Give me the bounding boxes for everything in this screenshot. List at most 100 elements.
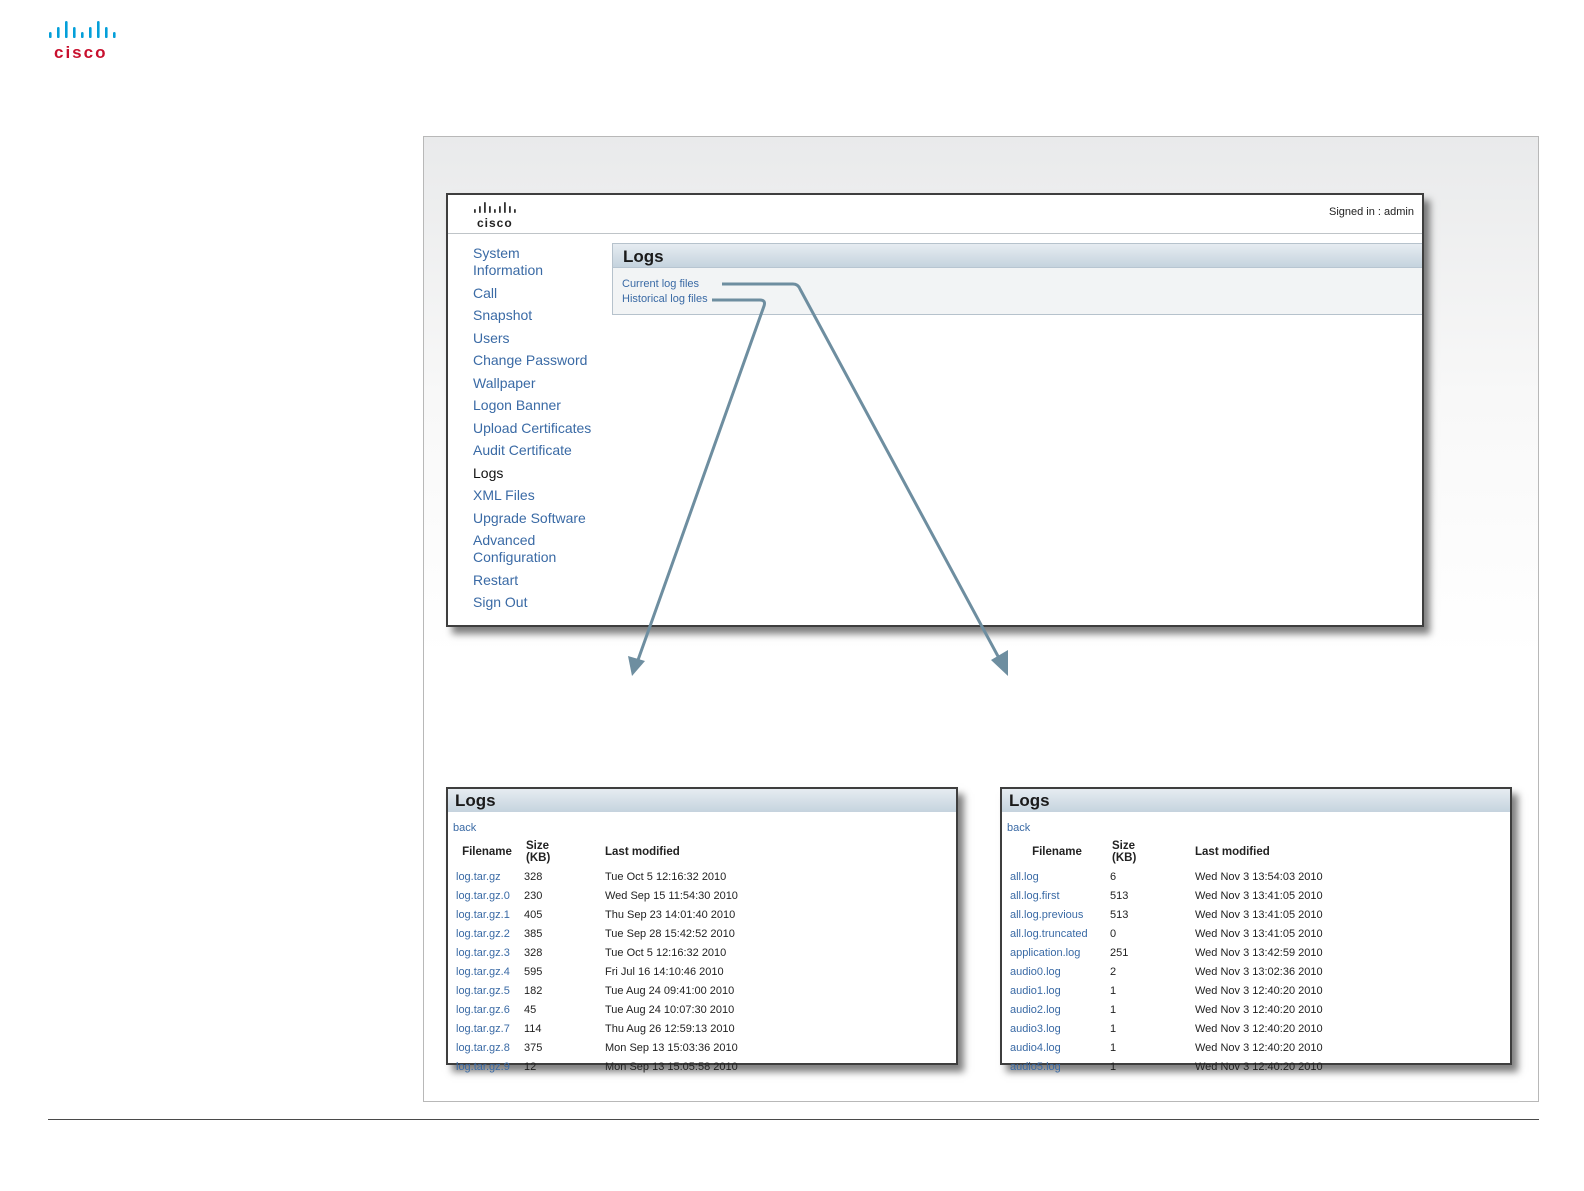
file-link[interactable]: log.tar.gz.9 [453, 1057, 521, 1076]
historical-log-files-link[interactable]: Historical log files [622, 292, 1422, 307]
file-size: 1 [1110, 984, 1117, 997]
file-link[interactable]: all.log.previous [1007, 905, 1107, 924]
nav-item-upload-certificates[interactable]: Upload Certificates [473, 420, 613, 437]
file-size: 182 [524, 984, 543, 997]
table-row: log.tar.gz.9 12 Mon Sep 13 15:05:58 2010 [453, 1057, 830, 1076]
file-modified: Wed Nov 3 13:41:05 2010 [1195, 889, 1323, 902]
file-size: 1 [1110, 1003, 1117, 1016]
file-size: 385 [524, 927, 543, 940]
table-row: audio1.log 1 Wed Nov 3 12:40:20 2010 [1007, 981, 1420, 1000]
file-modified: Wed Nov 3 13:41:05 2010 [1195, 927, 1323, 940]
nav-item-snapshot[interactable]: Snapshot [473, 307, 613, 324]
table-row: log.tar.gz.0 230 Wed Sep 15 11:54:30 2010 [453, 886, 830, 905]
nav-item-upgrade-software[interactable]: Upgrade Software [473, 510, 613, 527]
nav-item-logs[interactable]: Logs [473, 465, 613, 482]
file-link[interactable]: log.tar.gz.4 [453, 962, 521, 981]
file-size: 12 [524, 1060, 537, 1073]
panel-title: Logs [613, 244, 1422, 268]
table-row: log.tar.gz 328 Tue Oct 5 12:16:32 2010 [453, 867, 830, 886]
nav-item-advanced-configuration[interactable]: Advanced Configuration [473, 532, 563, 566]
file-size: 45 [524, 1003, 537, 1016]
nav-item-xml-files[interactable]: XML Files [473, 487, 613, 504]
file-size: 328 [524, 870, 543, 883]
svg-text:cisco: cisco [54, 43, 107, 62]
file-modified: Tue Aug 24 09:41:00 2010 [605, 984, 735, 997]
file-modified: Wed Nov 3 12:40:20 2010 [1195, 1060, 1323, 1073]
column-header-size: Size (KB) [1112, 840, 1137, 864]
file-link[interactable]: all.log.truncated [1007, 924, 1107, 943]
file-modified: Tue Aug 24 10:07:30 2010 [605, 1003, 735, 1016]
table-row: log.tar.gz.6 45 Tue Aug 24 10:07:30 2010 [453, 1000, 830, 1019]
table-row: all.log.previous 513 Wed Nov 3 13:41:05 20… [1007, 905, 1420, 924]
file-size: 2 [1110, 965, 1117, 978]
file-link[interactable]: log.tar.gz.8 [453, 1038, 521, 1057]
column-header-last-modified: Last modified [1195, 846, 1270, 858]
back-link[interactable]: back [1007, 822, 1510, 835]
table-row: audio3.log 1 Wed Nov 3 12:40:20 2010 [1007, 1019, 1420, 1038]
file-link[interactable]: audio2.log [1007, 1000, 1107, 1019]
file-link[interactable]: log.tar.gz.7 [453, 1019, 521, 1038]
svg-text:cisco: cisco [477, 216, 513, 229]
nav-item-call[interactable]: Call [473, 285, 613, 302]
nav-item-logon-banner[interactable]: Logon Banner [473, 397, 613, 414]
file-link[interactable]: log.tar.gz.1 [453, 905, 521, 924]
nav-item-audit-certificate[interactable]: Audit Certificate [473, 442, 613, 459]
file-modified: Wed Nov 3 12:40:20 2010 [1195, 1003, 1323, 1016]
file-modified: Mon Sep 13 15:03:36 2010 [605, 1041, 738, 1054]
file-link[interactable]: log.tar.gz.6 [453, 1000, 521, 1019]
footer-divider [48, 1119, 1539, 1120]
nav-item-restart[interactable]: Restart [473, 572, 613, 589]
current-log-table: Filename Size (KB) Last modified all.log… [1007, 838, 1420, 1076]
table-row: audio4.log 1 Wed Nov 3 12:40:20 2010 [1007, 1038, 1420, 1057]
table-row: audio0.log 2 Wed Nov 3 13:02:36 2010 [1007, 962, 1420, 981]
file-link[interactable]: log.tar.gz.2 [453, 924, 521, 943]
file-link[interactable]: log.tar.gz.3 [453, 943, 521, 962]
table-row: log.tar.gz.1 405 Thu Sep 23 14:01:40 2010 [453, 905, 830, 924]
file-modified: Thu Sep 23 14:01:40 2010 [605, 908, 736, 921]
logs-panel: Logs Current log files Historical log fi… [612, 243, 1422, 315]
file-modified: Tue Oct 5 12:16:32 2010 [605, 946, 727, 959]
file-modified: Wed Nov 3 12:40:20 2010 [1195, 984, 1323, 997]
nav-item-sign-out[interactable]: Sign Out [473, 594, 613, 611]
file-modified: Wed Nov 3 13:02:36 2010 [1195, 965, 1323, 978]
file-modified: Wed Nov 3 12:40:20 2010 [1195, 1041, 1323, 1054]
file-link[interactable]: log.tar.gz.5 [453, 981, 521, 1000]
nav-item-wallpaper[interactable]: Wallpaper [473, 375, 613, 392]
table-row: all.log.truncated 0 Wed Nov 3 13:41:05 201… [1007, 924, 1420, 943]
file-link[interactable]: audio0.log [1007, 962, 1107, 981]
table-row: all.log 6 Wed Nov 3 13:54:03 2010 [1007, 867, 1420, 886]
file-size: 1 [1110, 1041, 1117, 1054]
table-row: log.tar.gz.5 182 Tue Aug 24 09:41:00 2010 [453, 981, 830, 1000]
file-size: 114 [524, 1022, 542, 1035]
file-link[interactable]: application.log [1007, 943, 1107, 962]
table-row: log.tar.gz.8 375 Mon Sep 13 15:03:36 2010 [453, 1038, 830, 1057]
file-link[interactable]: audio4.log [1007, 1038, 1107, 1057]
sidebar-nav: System Information Call Snapshot Users C… [473, 245, 613, 617]
file-size: 405 [524, 908, 543, 921]
file-link[interactable]: audio3.log [1007, 1019, 1107, 1038]
file-link[interactable]: log.tar.gz [453, 867, 521, 886]
file-size: 375 [524, 1041, 543, 1054]
current-logs-window: Logs back Filename Size (KB) Last modifi… [1000, 787, 1512, 1073]
nav-item-system-information[interactable]: System Information [473, 245, 553, 279]
nav-item-users[interactable]: Users [473, 330, 613, 347]
current-log-files-link[interactable]: Current log files [622, 277, 1422, 292]
file-link[interactable]: audio5.log [1007, 1057, 1107, 1076]
file-size: 0 [1110, 927, 1117, 940]
file-link[interactable]: all.log.first [1007, 886, 1107, 905]
file-link[interactable]: log.tar.gz.0 [453, 886, 521, 905]
back-link[interactable]: back [453, 822, 956, 835]
file-link[interactable]: all.log [1007, 867, 1107, 886]
file-size: 513 [1110, 908, 1129, 921]
historical-log-table: Filename Size (KB) Last modified log.tar… [453, 838, 830, 1076]
file-size: 1 [1110, 1060, 1117, 1073]
column-header-filename: Filename [1032, 846, 1082, 858]
nav-item-change-password[interactable]: Change Password [473, 352, 613, 369]
file-size: 328 [524, 946, 543, 959]
historical-logs-window: Logs back Filename Size (KB) Last modifi… [446, 787, 958, 1073]
file-modified: Fri Jul 16 14:10:46 2010 [605, 965, 724, 978]
cisco-logo: cisco [49, 21, 116, 62]
file-link[interactable]: audio1.log [1007, 981, 1107, 1000]
file-modified: Tue Sep 28 15:42:52 2010 [605, 927, 735, 940]
column-header-filename: Filename [462, 846, 512, 858]
